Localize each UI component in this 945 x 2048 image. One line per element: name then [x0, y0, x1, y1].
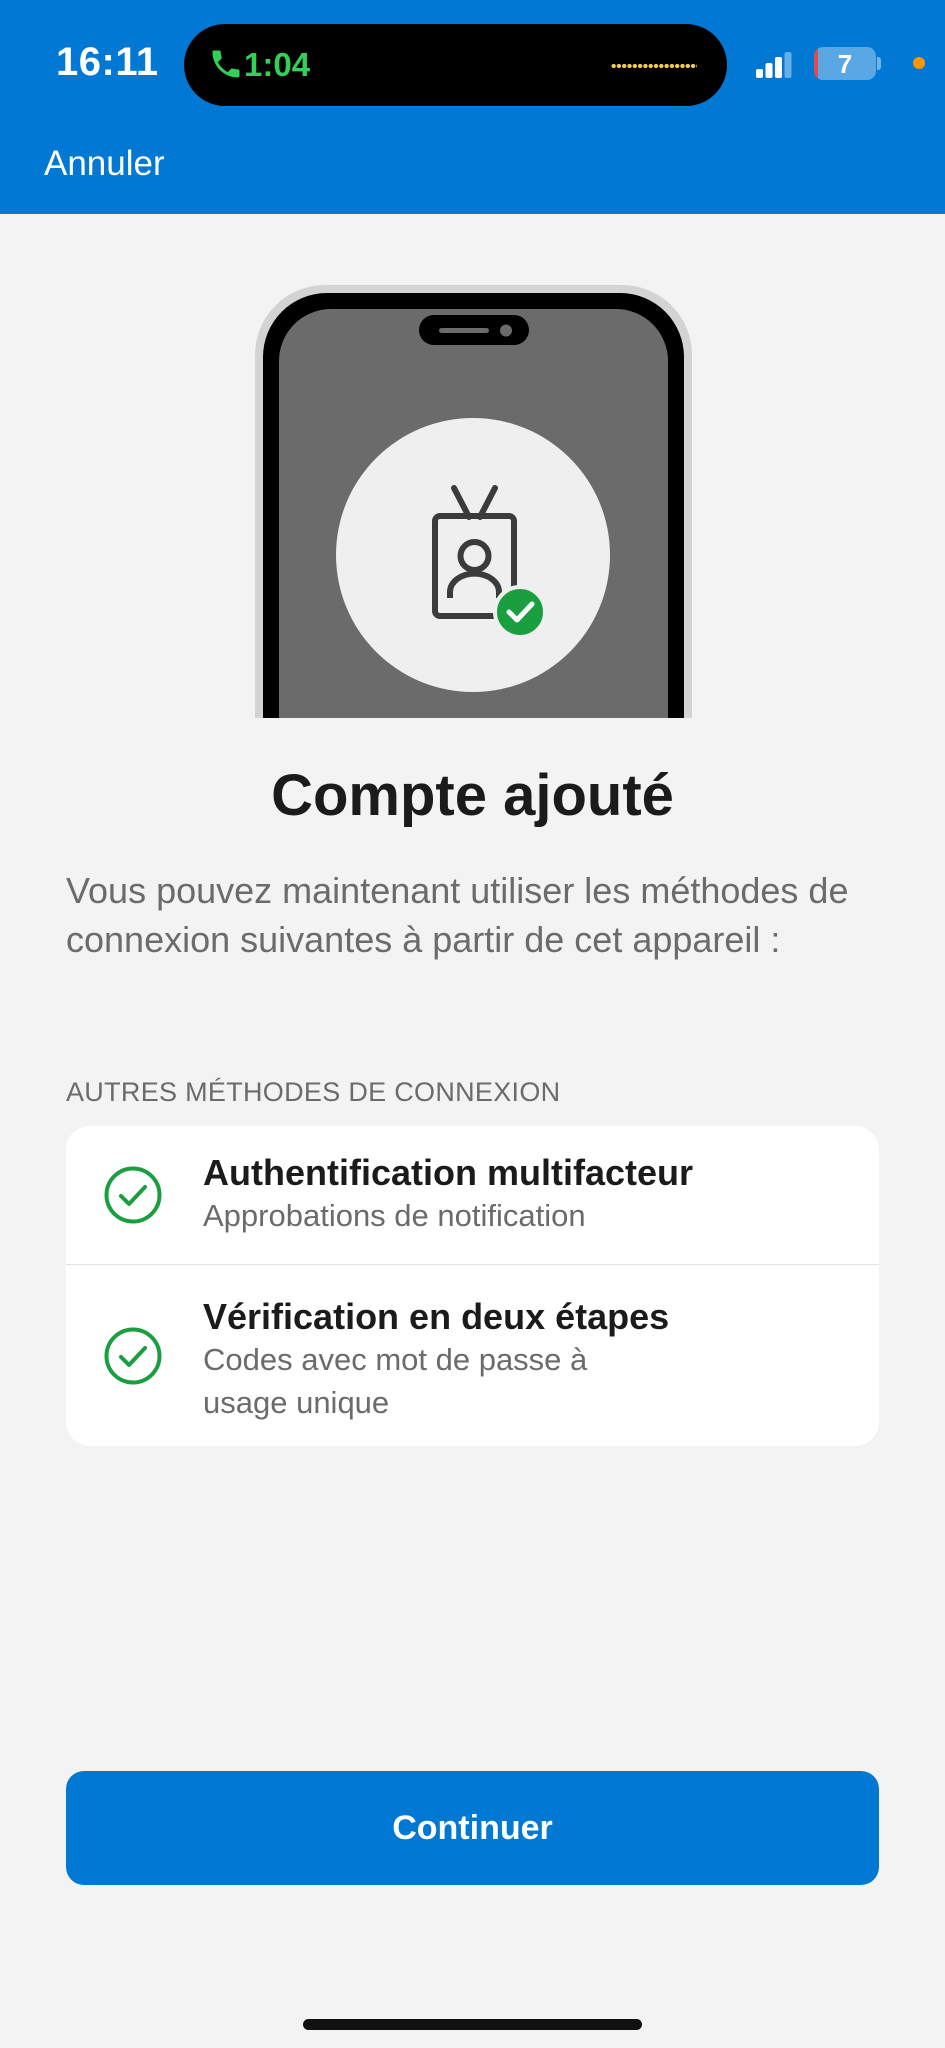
method-subtitle: Codes avec mot de passe à usage unique — [203, 1342, 588, 1420]
methods-card: Authentification multifacteur Approbatio… — [66, 1126, 879, 1446]
page-description: Vous pouvez maintenant utiliser les méth… — [66, 870, 849, 960]
app-screen: 16:11 1:04 7 Annuler Compte ajouté Vous … — [0, 0, 945, 2048]
success-check-icon — [493, 585, 547, 639]
status-time: 16:11 — [56, 40, 159, 84]
method-row-two-step: Vérification en deux étapes Codes avec m… — [66, 1265, 879, 1446]
phone-illustration — [255, 285, 692, 718]
method-title: Authentification multifacteur — [203, 1152, 694, 1193]
call-timer: 1:04 — [244, 46, 311, 83]
continue-button[interactable]: Continuer — [66, 1771, 879, 1885]
check-circle-icon — [104, 1166, 162, 1224]
check-circle-icon — [104, 1327, 162, 1385]
battery-tip — [877, 57, 881, 70]
battery-level-text: 7 — [837, 49, 853, 79]
active-call-pill[interactable]: 1:04 — [184, 24, 727, 106]
waveform-icon — [611, 62, 697, 70]
methods-section-header: AUTRES MÉTHODES DE CONNEXION — [66, 1077, 561, 1107]
cellular-signal-icon — [756, 52, 792, 78]
privacy-indicator-dot — [913, 57, 925, 69]
home-indicator[interactable] — [303, 2019, 642, 2030]
method-subtitle: Approbations de notification — [203, 1198, 586, 1233]
battery-icon: 7 — [814, 47, 876, 80]
phone-call-icon — [212, 50, 240, 78]
method-title: Vérification en deux étapes — [203, 1296, 670, 1337]
cancel-button[interactable]: Annuler — [44, 144, 165, 184]
page-title: Compte ajouté — [271, 763, 674, 828]
header-bar: 16:11 1:04 7 Annuler — [0, 0, 945, 214]
method-row-multifactor: Authentification multifacteur Approbatio… — [66, 1126, 879, 1264]
